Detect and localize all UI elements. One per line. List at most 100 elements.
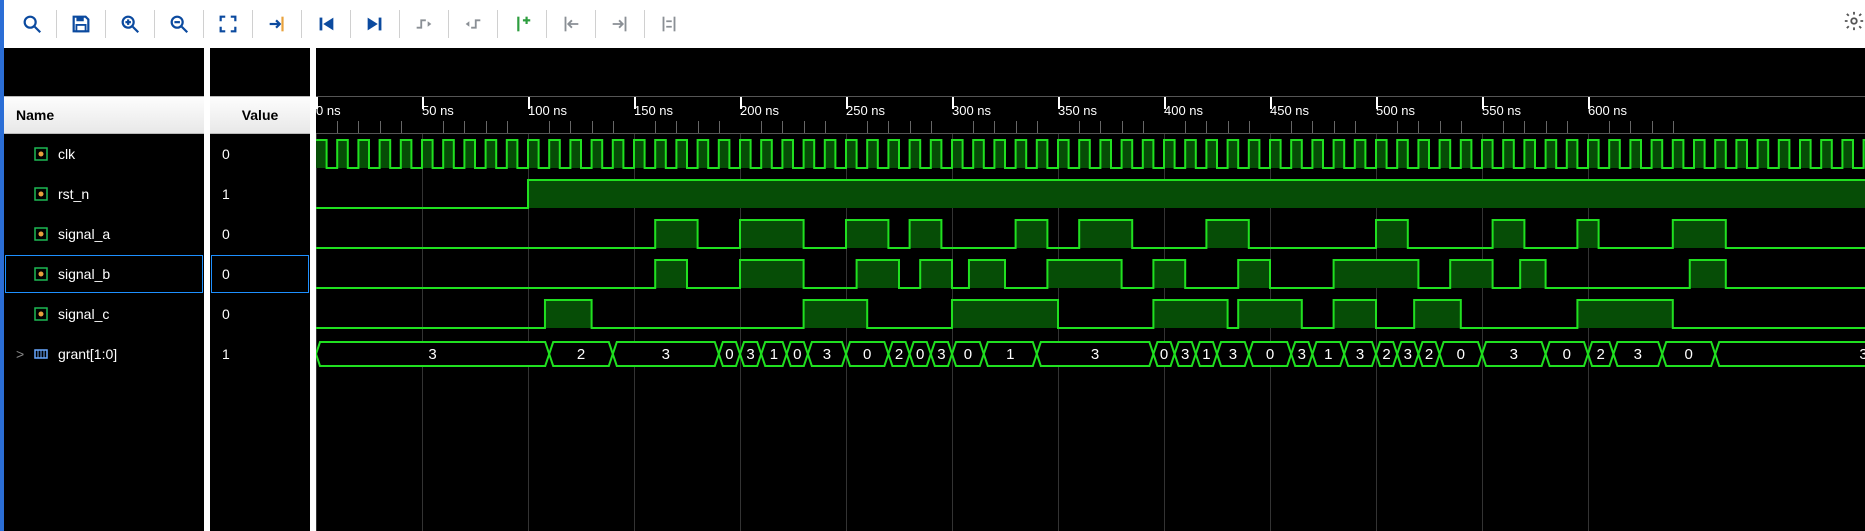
signal-value-rst-n[interactable]: 1 [210, 174, 310, 214]
ruler-tick: 350 ns [1058, 97, 1097, 139]
svg-text:3: 3 [1356, 346, 1364, 363]
zoom-out-icon[interactable] [159, 4, 199, 44]
ruler-tick: 150 ns [634, 97, 673, 139]
signal-label: clk [58, 146, 75, 162]
svg-text:0: 0 [725, 346, 733, 363]
svg-text:0: 0 [916, 346, 924, 363]
next-edge-icon[interactable] [453, 4, 493, 44]
signal-name-signal-b[interactable]: signal_b [4, 254, 204, 294]
name-column: Name clk rst_n signal_a signal_b signal_c > gr… [4, 48, 210, 531]
signal-name-signal-a[interactable]: signal_a [4, 214, 204, 254]
signal-value-clk[interactable]: 0 [210, 134, 310, 174]
wave-row[interactable] [316, 174, 1865, 214]
signal-value-grant-1-0-[interactable]: 1 [210, 334, 310, 374]
separator [644, 10, 645, 38]
svg-text:1: 1 [1202, 346, 1210, 363]
go-first-icon[interactable] [306, 4, 346, 44]
signal-value-signal-a[interactable]: 0 [210, 214, 310, 254]
scalar-icon [34, 307, 52, 321]
separator [595, 10, 596, 38]
ruler-tick: 550 ns [1482, 97, 1521, 139]
name-blank [4, 48, 204, 96]
bus-icon [34, 347, 52, 361]
signal-name-rst-n[interactable]: rst_n [4, 174, 204, 214]
separator [56, 10, 57, 38]
wave-row[interactable] [316, 134, 1865, 174]
scalar-icon [34, 227, 52, 241]
zoom-in-icon[interactable] [110, 4, 150, 44]
svg-text:2: 2 [577, 346, 585, 363]
separator [154, 10, 155, 38]
go-to-cursor-icon[interactable] [257, 4, 297, 44]
ruler-tick: 200 ns [740, 97, 779, 139]
zoom-fit-icon[interactable] [208, 4, 248, 44]
signal-value-signal-b[interactable]: 0 [210, 254, 310, 294]
separator [448, 10, 449, 38]
svg-text:2: 2 [1382, 346, 1390, 363]
signal-label: grant[1:0] [58, 346, 117, 362]
svg-text:3: 3 [1091, 346, 1099, 363]
scalar-icon [34, 147, 52, 161]
swap-cursors-icon[interactable] [649, 4, 689, 44]
wave-row[interactable]: 323031030203013031303132320302303 [316, 334, 1865, 374]
go-last-icon[interactable] [355, 4, 395, 44]
value-header[interactable]: Value [210, 96, 310, 134]
svg-text:0: 0 [793, 346, 801, 363]
add-marker-icon[interactable] [502, 4, 542, 44]
signal-label: signal_c [58, 306, 109, 322]
prev-edge-icon[interactable] [404, 4, 444, 44]
svg-text:0: 0 [1266, 346, 1274, 363]
svg-text:0: 0 [1160, 346, 1168, 363]
signal-value-signal-c[interactable]: 0 [210, 294, 310, 334]
svg-text:1: 1 [770, 346, 778, 363]
wave-row[interactable] [316, 214, 1865, 254]
svg-text:3: 3 [1181, 346, 1189, 363]
ruler-tick: 400 ns [1164, 97, 1203, 139]
svg-text:3: 3 [1859, 346, 1865, 363]
signal-label: rst_n [58, 186, 89, 202]
svg-text:3: 3 [428, 346, 436, 363]
svg-text:0: 0 [1685, 346, 1693, 363]
signal-name-signal-c[interactable]: signal_c [4, 294, 204, 334]
svg-text:1: 1 [1324, 346, 1332, 363]
save-icon[interactable] [61, 4, 101, 44]
separator [399, 10, 400, 38]
wave-row[interactable] [316, 254, 1865, 294]
separator [350, 10, 351, 38]
signal-label: signal_b [58, 266, 110, 282]
ruler-tick: 250 ns [846, 97, 885, 139]
search-icon[interactable] [12, 4, 52, 44]
svg-text:3: 3 [662, 346, 670, 363]
svg-text:2: 2 [1425, 346, 1433, 363]
ruler-tick: 500 ns [1376, 97, 1415, 139]
settings-icon[interactable] [1843, 10, 1865, 35]
svg-text:2: 2 [895, 346, 903, 363]
svg-text:0: 0 [1563, 346, 1571, 363]
svg-text:1: 1 [1006, 346, 1014, 363]
separator [105, 10, 106, 38]
svg-text:3: 3 [1404, 346, 1412, 363]
toolbar [4, 0, 1865, 49]
signal-name-grant-1-0-[interactable]: > grant[1:0] [4, 334, 204, 374]
svg-text:3: 3 [1229, 346, 1237, 363]
svg-text:3: 3 [1298, 346, 1306, 363]
prev-marker-icon[interactable] [551, 4, 591, 44]
name-header[interactable]: Name [4, 96, 204, 134]
next-marker-icon[interactable] [600, 4, 640, 44]
waveform-area[interactable]: 0 ns50 ns100 ns150 ns200 ns250 ns300 ns3… [316, 48, 1865, 531]
svg-text:3: 3 [1634, 346, 1642, 363]
time-ruler[interactable]: 0 ns50 ns100 ns150 ns200 ns250 ns300 ns3… [316, 96, 1865, 134]
value-column: Value 010001 [210, 48, 316, 531]
expand-icon[interactable]: > [16, 346, 30, 362]
separator [546, 10, 547, 38]
svg-text:3: 3 [1510, 346, 1518, 363]
wave-row[interactable] [316, 294, 1865, 334]
svg-text:2: 2 [1597, 346, 1605, 363]
svg-text:0: 0 [964, 346, 972, 363]
value-blank [210, 48, 310, 96]
ruler-tick: 600 ns [1588, 97, 1627, 139]
ruler-tick: 300 ns [952, 97, 991, 139]
svg-text:0: 0 [863, 346, 871, 363]
signal-name-clk[interactable]: clk [4, 134, 204, 174]
separator [203, 10, 204, 38]
